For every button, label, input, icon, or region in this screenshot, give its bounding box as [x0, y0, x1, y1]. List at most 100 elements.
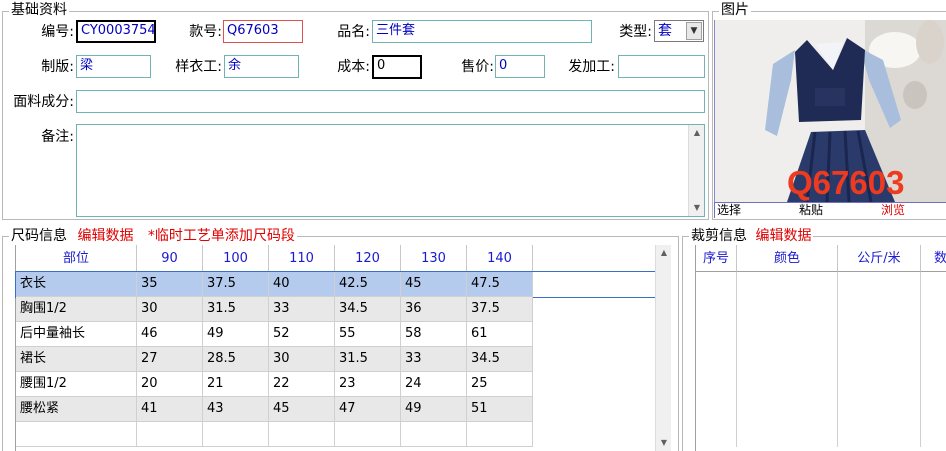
- empty-cell[interactable]: [921, 322, 946, 347]
- style-no-field[interactable]: Q67603: [223, 20, 303, 43]
- empty-cell[interactable]: [921, 297, 946, 322]
- empty-cell[interactable]: [203, 422, 269, 447]
- size-value-cell[interactable]: 34.5: [335, 297, 401, 322]
- col-header-color[interactable]: 颜色: [737, 245, 838, 272]
- sample-worker-field[interactable]: 余: [224, 55, 299, 78]
- empty-cell[interactable]: [696, 322, 737, 347]
- size-part-cell[interactable]: 胸围1/2: [16, 297, 137, 322]
- browse-picture-button[interactable]: 浏览: [881, 203, 905, 218]
- size-edit-link[interactable]: 编辑数据: [77, 228, 133, 244]
- col-header-size[interactable]: 90: [137, 245, 203, 272]
- size-table-row[interactable]: 腰围1/2 20 21 22 23 24 25: [16, 372, 656, 397]
- size-value-cell[interactable]: 46: [137, 322, 203, 347]
- size-value-cell[interactable]: 25: [467, 372, 533, 397]
- col-header-index[interactable]: 序号: [696, 245, 737, 272]
- remark-scrollbar[interactable]: ▲ ▼: [688, 125, 704, 216]
- empty-cell[interactable]: [737, 397, 838, 422]
- size-value-cell[interactable]: 21: [203, 372, 269, 397]
- size-value-cell[interactable]: 61: [467, 322, 533, 347]
- size-part-cell[interactable]: 腰围1/2: [16, 372, 137, 397]
- empty-cell[interactable]: [401, 422, 467, 447]
- empty-cell[interactable]: [921, 422, 946, 447]
- size-value-cell[interactable]: 43: [203, 397, 269, 422]
- chevron-down-icon[interactable]: ▼: [686, 22, 702, 40]
- size-table-row[interactable]: 衣长 35 37.5 40 42.5 45 47.5: [15, 271, 657, 298]
- size-value-cell[interactable]: 30: [137, 297, 203, 322]
- empty-cell[interactable]: [838, 297, 921, 322]
- size-value-cell[interactable]: 37.5: [203, 272, 269, 297]
- size-value-cell[interactable]: 24: [401, 372, 467, 397]
- size-value-cell[interactable]: 33: [401, 347, 467, 372]
- size-value-cell[interactable]: 47: [335, 397, 401, 422]
- col-header-size[interactable]: 130: [401, 245, 467, 272]
- size-value-cell[interactable]: 45: [401, 272, 467, 297]
- size-value-cell[interactable]: 49: [203, 322, 269, 347]
- col-header-size[interactable]: 110: [269, 245, 335, 272]
- size-value-cell[interactable]: 30: [269, 347, 335, 372]
- size-table-row[interactable]: 裙长 27 28.5 30 31.5 33 34.5: [16, 347, 656, 372]
- size-value-cell[interactable]: 33: [269, 297, 335, 322]
- size-table-row[interactable]: 胸围1/2 30 31.5 33 34.5 36 37.5: [16, 297, 656, 322]
- product-name-field[interactable]: 三件套: [372, 20, 592, 43]
- size-part-cell[interactable]: 腰松紧: [16, 397, 137, 422]
- cut-table[interactable]: 序号 颜色 公斤/米 数: [684, 245, 946, 451]
- size-value-cell[interactable]: 55: [335, 322, 401, 347]
- arrow-up-icon[interactable]: ▲: [656, 245, 672, 261]
- size-value-cell[interactable]: 36: [401, 297, 467, 322]
- arrow-down-icon[interactable]: ▼: [689, 200, 705, 216]
- col-header-part[interactable]: 部位: [16, 245, 137, 272]
- size-part-cell[interactable]: 后中量袖长: [16, 322, 137, 347]
- empty-cell[interactable]: [921, 372, 946, 397]
- arrow-up-icon[interactable]: ▲: [689, 125, 705, 141]
- price-field[interactable]: 0: [495, 55, 545, 78]
- empty-cell[interactable]: [921, 397, 946, 422]
- paste-picture-button[interactable]: 粘贴: [799, 203, 823, 218]
- empty-cell[interactable]: [921, 347, 946, 372]
- empty-cell[interactable]: [137, 422, 203, 447]
- cost-field[interactable]: 0: [372, 55, 422, 79]
- empty-cell[interactable]: [737, 272, 838, 297]
- arrow-down-icon[interactable]: ▼: [656, 435, 672, 451]
- size-value-cell[interactable]: 27: [137, 347, 203, 372]
- col-header-count[interactable]: 数: [921, 245, 946, 272]
- empty-cell[interactable]: [838, 272, 921, 297]
- size-value-cell[interactable]: 37.5: [467, 297, 533, 322]
- size-value-cell[interactable]: 58: [401, 322, 467, 347]
- size-value-cell[interactable]: 41: [137, 397, 203, 422]
- size-value-cell[interactable]: 20: [137, 372, 203, 397]
- empty-cell[interactable]: [838, 347, 921, 372]
- empty-cell[interactable]: [696, 397, 737, 422]
- empty-cell[interactable]: [921, 272, 946, 297]
- empty-cell[interactable]: [335, 422, 401, 447]
- empty-cell[interactable]: [838, 422, 921, 447]
- type-select[interactable]: 套 ▼: [654, 20, 704, 42]
- size-table-row[interactable]: 腰松紧 41 43 45 47 49 51: [16, 397, 656, 422]
- size-table[interactable]: 部位 90 100 110 120 130 140 衣长 35 37.5 40 42.5…: [4, 245, 672, 451]
- cut-edit-link[interactable]: 编辑数据: [755, 228, 811, 244]
- col-header-size[interactable]: 100: [203, 245, 269, 272]
- fabric-field[interactable]: [76, 90, 705, 113]
- size-table-row[interactable]: 后中量袖长 46 49 52 55 58 61: [16, 322, 656, 347]
- col-header-size[interactable]: 120: [335, 245, 401, 272]
- size-value-cell[interactable]: 51: [467, 397, 533, 422]
- select-picture-button[interactable]: 选择: [717, 203, 741, 218]
- size-table-scrollbar[interactable]: ▲ ▼: [655, 245, 671, 451]
- size-value-cell[interactable]: 42.5: [335, 272, 401, 297]
- size-value-cell[interactable]: 28.5: [203, 347, 269, 372]
- product-photo[interactable]: Q67603: [714, 20, 946, 202]
- empty-cell[interactable]: [269, 422, 335, 447]
- empty-cell[interactable]: [838, 322, 921, 347]
- empty-cell[interactable]: [737, 347, 838, 372]
- empty-cell[interactable]: [737, 322, 838, 347]
- empty-cell[interactable]: [696, 347, 737, 372]
- empty-cell[interactable]: [696, 272, 737, 297]
- empty-cell[interactable]: [696, 422, 737, 447]
- empty-cell[interactable]: [696, 297, 737, 322]
- size-value-cell[interactable]: 52: [269, 322, 335, 347]
- size-value-cell[interactable]: 35: [137, 272, 203, 297]
- empty-cell[interactable]: [467, 422, 533, 447]
- col-header-weight[interactable]: 公斤/米: [838, 245, 921, 272]
- code-field[interactable]: CY0003754: [76, 20, 156, 43]
- size-part-cell[interactable]: 衣长: [16, 272, 137, 297]
- size-value-cell[interactable]: 40: [269, 272, 335, 297]
